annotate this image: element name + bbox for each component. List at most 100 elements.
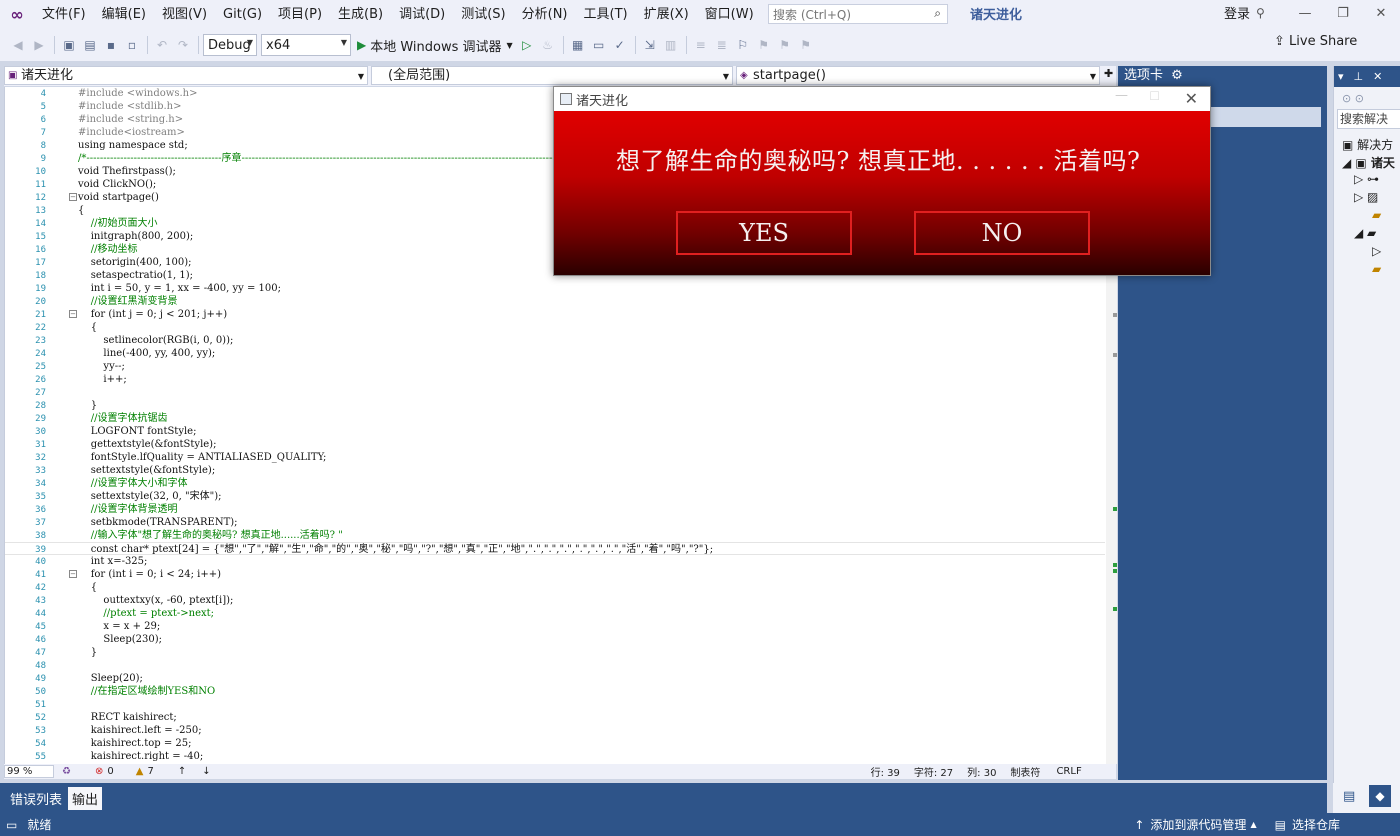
yes-button[interactable]: YES (676, 211, 852, 255)
live-share-button[interactable]: ⇪ Live Share (1274, 29, 1357, 54)
code-line[interactable]: 19 int i = 50, y = 1, xx = -400, yy = 10… (5, 282, 1105, 295)
project-item[interactable]: ◢ ▣ 诸天 (1342, 154, 1400, 171)
code-line[interactable]: 46 Sleep(230); (5, 633, 1105, 646)
forward-icon[interactable]: ▶ (29, 35, 49, 55)
bookmark-icon[interactable]: ⚐ (733, 35, 753, 55)
code-line[interactable]: 25 yy--; (5, 360, 1105, 373)
step-icon[interactable]: ⇲ (640, 35, 660, 55)
code-line[interactable]: 37 setbkmode(TRANSPARENT); (5, 516, 1105, 529)
column-indicator[interactable]: 列: 30 (967, 764, 996, 779)
code-line[interactable]: 50 //在指定区域绘制YES和NO (5, 685, 1105, 698)
menu-debug[interactable]: 调试(D) (391, 0, 453, 29)
code-line[interactable]: 31 gettextstyle(&fontStyle); (5, 438, 1105, 451)
menu-project[interactable]: 项目(P) (270, 0, 330, 29)
git-changes-icon[interactable]: ◆ (1369, 785, 1391, 807)
login-button[interactable]: 登录 (1224, 0, 1250, 29)
open-folder-icon[interactable]: ▤ (80, 35, 100, 55)
menu-analyze[interactable]: 分析(N) (514, 0, 576, 29)
menu-edit[interactable]: 编辑(E) (94, 0, 154, 29)
code-line[interactable]: 22 { (5, 321, 1105, 334)
menu-view[interactable]: 视图(V) (154, 0, 215, 29)
undo-icon[interactable]: ↶ (152, 35, 172, 55)
folder-icon[interactable]: ▰ (1372, 208, 1400, 222)
code-line[interactable]: 29 //设置字体抗锯齿 (5, 412, 1105, 425)
line-indicator[interactable]: 行: 39 (871, 764, 900, 779)
configuration-select[interactable]: Debug ▼ (203, 34, 257, 56)
redo-icon[interactable]: ↷ (173, 35, 193, 55)
menu-window[interactable]: 窗口(W) (697, 0, 762, 29)
code-line[interactable]: 39 const char* ptext[24] = {"想","了","解",… (5, 542, 1105, 555)
code-line[interactable]: 52 RECT kaishirect; (5, 711, 1105, 724)
tab-output[interactable]: 输出 (68, 786, 103, 810)
error-icon[interactable]: ⊗ (95, 766, 103, 777)
code-line[interactable]: 43 outtextxy(x, -60, ptext[i]); (5, 594, 1105, 607)
pin-icon[interactable]: ⊥ (1354, 70, 1364, 83)
code-line[interactable]: 20 //设置红黑渐变背景 (5, 295, 1105, 308)
next-issue-icon[interactable]: ↓ (202, 766, 210, 777)
code-line[interactable]: 34 //设置字体大小和字体 (5, 477, 1105, 490)
properties-icon[interactable]: ▤ (1343, 789, 1355, 804)
back-icon[interactable]: ⊙ ⊙ (1342, 92, 1364, 105)
panel-menu-icon[interactable]: ▾ (1338, 70, 1344, 83)
health-icon[interactable]: ♻ (62, 766, 71, 777)
menu-tools[interactable]: 工具(T) (576, 0, 636, 29)
code-line[interactable]: 27 (5, 386, 1105, 399)
tree-item[interactable]: ▷ (1372, 244, 1400, 258)
fold-toggle-icon[interactable]: − (69, 570, 77, 578)
layout-icon[interactable]: ▭ (589, 35, 609, 55)
code-line[interactable]: 55 kaishirect.right = -40; (5, 750, 1105, 763)
start-debugging-button[interactable]: ▶ 本地 Windows 调试器 ▼ (357, 36, 513, 55)
code-line[interactable]: 45 x = x + 29; (5, 620, 1105, 633)
code-line[interactable]: 54 kaishirect.top = 25; (5, 737, 1105, 750)
prev-issue-icon[interactable]: ↑ (178, 766, 186, 777)
account-icon[interactable]: ⚲ (1256, 0, 1265, 27)
close-icon[interactable]: ✕ (1185, 89, 1198, 108)
menu-file[interactable]: 文件(F) (34, 0, 94, 29)
split-editor-icon[interactable]: ✚ (1104, 67, 1113, 80)
member-dropdown[interactable]: ◈ startpage() ▼ (736, 66, 1100, 85)
back-icon[interactable]: ◀ (8, 35, 28, 55)
solution-root-item[interactable]: ▣ 解决方 (1342, 136, 1400, 153)
code-line[interactable]: 44 //ptext = ptext->next; (5, 607, 1105, 620)
maximize-icon[interactable]: ☐ (1149, 89, 1160, 103)
hot-reload-icon[interactable]: ♨ (538, 35, 558, 55)
menu-extensions[interactable]: 扩展(X) (636, 0, 697, 29)
gear-icon[interactable]: ⚙ (1171, 68, 1183, 83)
code-line[interactable]: 49 Sleep(20); (5, 672, 1105, 685)
code-line[interactable]: 33 settextstyle(&fontStyle); (5, 464, 1105, 477)
code-line[interactable]: 38 //输入字体"想了解生命的奥秘吗? 想真正地......活着吗? " (5, 529, 1105, 542)
minimize-icon[interactable]: — (1115, 88, 1128, 103)
search-input[interactable]: 搜索 (Ctrl+Q) ⌕ (768, 4, 948, 24)
folder-icon[interactable]: ▰ (1372, 262, 1400, 276)
project-dropdown[interactable]: ▣ 诸天进化 ▼ (4, 66, 368, 85)
code-line[interactable]: 26 i++; (5, 373, 1105, 386)
save-icon[interactable]: ▪ (101, 35, 121, 55)
scope-dropdown[interactable]: (全局范围) ▼ (371, 66, 733, 85)
menu-build[interactable]: 生成(B) (330, 0, 391, 29)
save-all-icon[interactable]: ▫ (122, 35, 142, 55)
menu-git[interactable]: Git(G) (215, 0, 270, 29)
code-line[interactable]: 36 //设置字体背景透明 (5, 503, 1105, 516)
clear-bookmark-icon[interactable]: ⚑ (796, 35, 816, 55)
attach-icon[interactable]: ▥ (661, 35, 681, 55)
char-indicator[interactable]: 字符: 27 (914, 764, 953, 779)
platform-select[interactable]: x64 ▼ (261, 34, 351, 56)
solution-explorer-icon[interactable]: ▦ (568, 35, 588, 55)
solution-search-input[interactable]: 搜索解决 (1337, 109, 1400, 129)
zoom-select[interactable]: 99 % (4, 765, 54, 778)
run-without-debug-icon[interactable]: ▷ (517, 35, 537, 55)
close-icon[interactable]: ✕ (1362, 0, 1400, 27)
menu-test[interactable]: 测试(S) (453, 0, 513, 29)
add-source-control-button[interactable]: 添加到源代码管理 (1150, 816, 1246, 833)
fold-toggle-icon[interactable]: − (69, 310, 77, 318)
tree-item[interactable]: ▷ ⊶ (1354, 172, 1400, 186)
warning-icon[interactable]: ▲ (136, 766, 144, 777)
code-line[interactable]: 23 setlinecolor(RGB(i, 0, 0)); (5, 334, 1105, 347)
code-line[interactable]: 47 } (5, 646, 1105, 659)
code-line[interactable]: 48 (5, 659, 1105, 672)
code-line[interactable]: 32 fontStyle.lfQuality = ANTIALIASED_QUA… (5, 451, 1105, 464)
select-repo-button[interactable]: 选择仓库 (1292, 816, 1340, 833)
code-line[interactable]: 35 settextstyle(32, 0, "宋体"); (5, 490, 1105, 503)
fold-toggle-icon[interactable]: − (69, 193, 77, 201)
code-line[interactable]: 28 } (5, 399, 1105, 412)
